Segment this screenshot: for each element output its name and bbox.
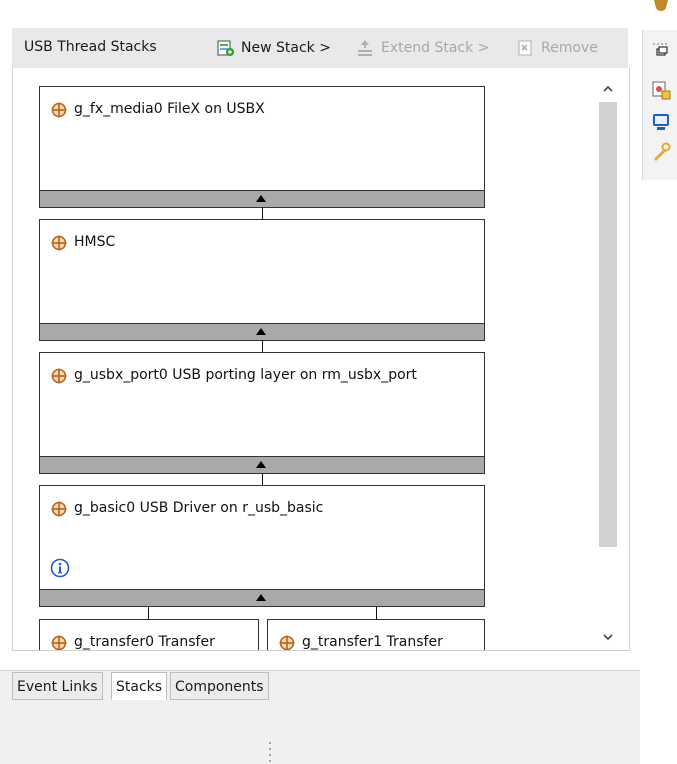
module-icon (279, 635, 295, 650)
block-title: g_transfer1 Transfer (302, 634, 443, 650)
page-title: USB Thread Stacks (24, 39, 157, 55)
restore-icon[interactable] (651, 42, 671, 58)
tab-stacks[interactable]: Stacks (111, 672, 168, 700)
properties-icon[interactable] (651, 80, 671, 100)
stacks-toolbar: USB Thread Stacks New Stack > Extend Sta… (12, 28, 628, 69)
connector-line (376, 606, 377, 620)
console-icon[interactable] (651, 112, 671, 132)
scrollbar-thumb[interactable] (599, 102, 617, 547)
block-title: g_usbx_port0 USB porting layer on rm_usb… (74, 367, 417, 383)
block-title: g_basic0 USB Driver on r_usb_basic (74, 500, 324, 516)
vertical-scrollbar[interactable] (595, 68, 621, 650)
extend-stack-button[interactable]: Extend Stack > (355, 36, 489, 60)
remove-label: Remove (541, 40, 598, 56)
stack-block-usb-basic[interactable]: g_basic0 USB Driver on r_usb_basic (39, 485, 485, 607)
drag-handle-icon[interactable] (268, 740, 272, 764)
module-icon (51, 102, 67, 118)
remove-button[interactable]: Remove (515, 36, 598, 60)
stack-block-transfer0[interactable]: g_transfer0 Transfer (39, 619, 259, 650)
stacks-editor: USB Thread Stacks New Stack > Extend Sta… (0, 0, 640, 764)
editor-tab-bar: Event Links Stacks Components (0, 670, 640, 701)
stack-block-transfer1[interactable]: g_transfer1 Transfer (267, 619, 485, 650)
expand-arrow-icon (256, 594, 266, 601)
stacks-canvas: g_fx_media0 FileX on USBX HMSC g_usbx_po… (12, 68, 630, 651)
gear-icon[interactable] (652, 0, 670, 14)
info-icon[interactable] (50, 558, 70, 578)
new-stack-label: New Stack > (241, 40, 331, 56)
block-title: HMSC (74, 234, 116, 250)
module-icon (51, 501, 67, 517)
remove-icon (518, 40, 532, 56)
block-expand-bar[interactable] (40, 456, 484, 473)
block-expand-bar[interactable] (40, 589, 484, 606)
block-title: g_fx_media0 FileX on USBX (74, 101, 265, 117)
expand-arrow-icon (256, 195, 266, 202)
minimized-views-panel (642, 30, 677, 180)
scroll-down-icon[interactable] (601, 630, 615, 644)
block-title: g_transfer0 Transfer (74, 634, 215, 650)
module-icon (51, 368, 67, 384)
new-stack-button[interactable]: New Stack > (215, 36, 331, 60)
extend-stack-icon (358, 40, 372, 56)
stack-block-usbx-port[interactable]: g_usbx_port0 USB porting layer on rm_usb… (39, 352, 485, 474)
block-expand-bar[interactable] (40, 190, 484, 207)
tab-event-links[interactable]: Event Links (12, 672, 103, 700)
module-icon (51, 235, 67, 251)
right-view-rail (642, 0, 677, 764)
stack-block-fx-media[interactable]: g_fx_media0 FileX on USBX (39, 86, 485, 208)
expand-arrow-icon (256, 328, 266, 335)
block-expand-bar[interactable] (40, 323, 484, 340)
lower-panel (0, 700, 640, 764)
connector-line (148, 606, 149, 620)
expand-arrow-icon (256, 461, 266, 468)
module-icon (51, 635, 67, 650)
debug-icon[interactable] (651, 142, 671, 162)
scroll-up-icon[interactable] (601, 82, 615, 96)
new-stack-icon (217, 40, 234, 56)
extend-stack-label: Extend Stack > (381, 40, 490, 56)
stack-block-hmsc[interactable]: HMSC (39, 219, 485, 341)
tab-components[interactable]: Components (170, 672, 269, 700)
